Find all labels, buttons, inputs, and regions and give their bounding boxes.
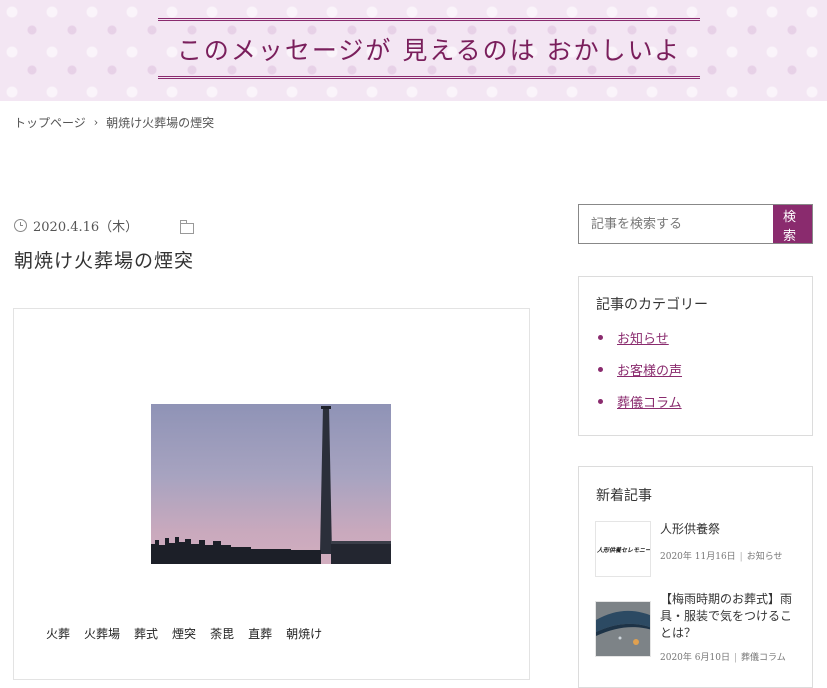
tag-link[interactable]: 葬式: [134, 625, 158, 642]
category-list: お知らせ お客様の声 葬儀コラム: [598, 321, 682, 417]
category-link-column[interactable]: 葬儀コラム: [617, 392, 682, 411]
search-form: 検 索: [578, 204, 813, 244]
folder-icon: [180, 220, 195, 234]
recent-post-thumbnail[interactable]: 人形供養セレモニー: [595, 521, 651, 577]
header-banner: このメッセージが 見えるのは おかしいよ: [158, 18, 700, 79]
recent-post-title[interactable]: 【梅雨時期のお葬式】雨具・服装で気をつけることは？: [660, 591, 800, 642]
category-link-news[interactable]: お知らせ: [617, 328, 669, 347]
recent-post-meta: 2020年 6月10日 | 葬儀コラム: [660, 653, 786, 663]
category-item: 葬儀コラム: [598, 385, 682, 417]
tag-link[interactable]: 直葬: [248, 625, 272, 642]
tag-link[interactable]: 煙突: [172, 625, 196, 642]
recent-post-date: 2020年 11月16日: [660, 552, 736, 562]
tag-link[interactable]: 荼毘: [210, 625, 234, 642]
thumbnail-caption: 人形供養セレモニー: [597, 546, 651, 554]
bullet-icon: [598, 334, 603, 340]
chimney-photo: [151, 404, 391, 564]
tag-link[interactable]: 火葬場: [84, 625, 120, 642]
category-item: お客様の声: [598, 353, 682, 385]
recent-posts-widget: 新着記事 人形供養セレモニー 人形供養祭 2020年 11月16日 | お知らせ 【…: [578, 466, 813, 688]
site-title[interactable]: このメッセージが 見えるのは おかしいよ: [177, 31, 681, 67]
breadcrumb-home-link[interactable]: トップページ: [14, 114, 86, 131]
recent-post-date: 2020年 6月10日: [660, 653, 730, 663]
breadcrumb-separator: ›: [93, 116, 99, 129]
post-date: 2020.4.16（木）: [33, 220, 139, 235]
recent-post-thumbnail[interactable]: [595, 601, 651, 657]
category-widget: 記事のカテゴリー お知らせ お客様の声 葬儀コラム: [578, 276, 813, 436]
search-input[interactable]: [579, 205, 773, 243]
tag-link[interactable]: 火葬: [46, 625, 70, 642]
recent-widget-title: 新着記事: [596, 488, 652, 504]
category-link-voices[interactable]: お客様の声: [617, 360, 682, 379]
clock-icon: [14, 219, 27, 232]
tag-link[interactable]: 朝焼け: [286, 625, 322, 642]
bullet-icon: [598, 366, 603, 372]
tag-list: 火葬 火葬場 葬式 煙突 荼毘 直葬 朝焼け: [46, 625, 322, 642]
category-item: お知らせ: [598, 321, 682, 353]
recent-post-meta: 2020年 11月16日 | お知らせ: [660, 552, 783, 562]
post-title: 朝焼け火葬場の煙突: [14, 250, 195, 272]
recent-post-category: 葬儀コラム: [741, 653, 786, 663]
article-content: 火葬 火葬場 葬式 煙突 荼毘 直葬 朝焼け: [13, 308, 530, 680]
recent-post-title[interactable]: 人形供養祭: [660, 521, 800, 538]
bullet-icon: [598, 398, 603, 404]
breadcrumb: トップページ › 朝焼け火葬場の煙突: [14, 114, 214, 131]
recent-post-category: お知らせ: [746, 552, 783, 562]
site-header: このメッセージが 見えるのは おかしいよ: [0, 0, 827, 101]
category-widget-title: 記事のカテゴリー: [596, 297, 708, 313]
search-button[interactable]: 検 索: [773, 205, 812, 244]
breadcrumb-current: 朝焼け火葬場の煙突: [106, 116, 215, 130]
post-meta: 2020.4.16（木）: [14, 216, 195, 235]
